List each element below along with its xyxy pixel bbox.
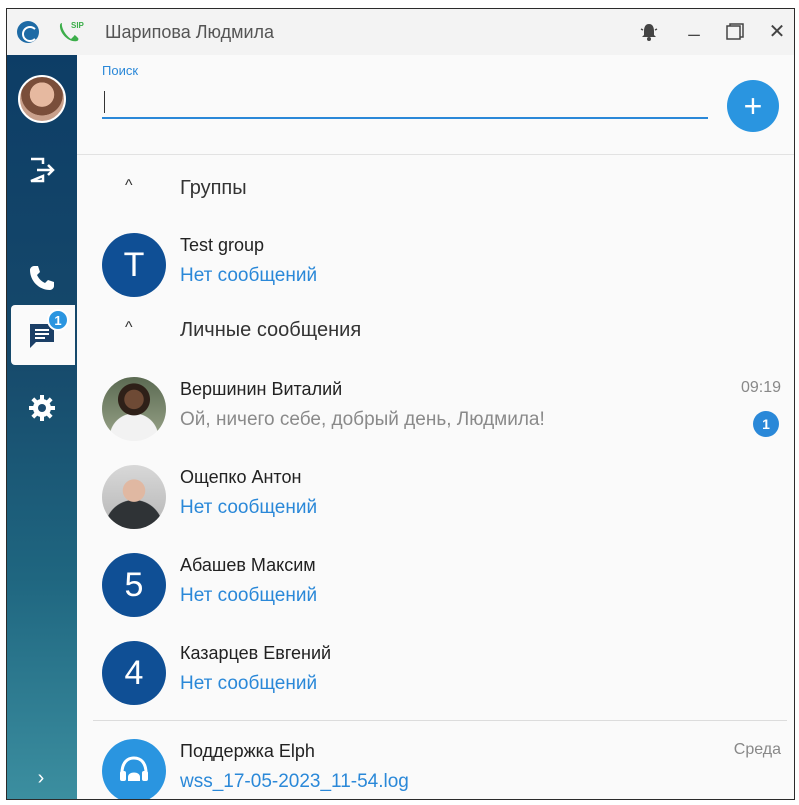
title-bar: SIP Шарипова Людмила _ ✕ bbox=[7, 9, 794, 55]
chat-last-message: wss_17-05-2023_11-54.log bbox=[180, 771, 409, 792]
list-item-support[interactable]: Поддержка Elph wss_17-05-2023_11-54.log … bbox=[77, 731, 787, 799]
avatar: 4 bbox=[102, 641, 166, 705]
headset-icon bbox=[102, 739, 166, 799]
divider bbox=[93, 720, 787, 721]
avatar: 5 bbox=[102, 553, 166, 617]
window-title: Шарипова Людмила bbox=[105, 22, 275, 42]
gear-icon[interactable] bbox=[27, 393, 57, 423]
chat-time: 09:19 bbox=[740, 379, 781, 396]
chat-unread-badge: 1 bbox=[47, 309, 69, 331]
list-item[interactable]: Ощепко Антон Нет сообщений bbox=[77, 457, 787, 537]
text-caret bbox=[104, 91, 105, 113]
app-window: SIP Шарипова Людмила _ ✕ 1 › Поиск + ^ Г… bbox=[6, 8, 795, 800]
chat-last-message: Нет сообщений bbox=[180, 497, 318, 518]
chat-list: ^ Группы T Test group Нет сообщений ^ Ли… bbox=[77, 155, 794, 799]
sidebar: 1 › bbox=[7, 55, 77, 799]
svg-text:SIP: SIP bbox=[71, 21, 85, 30]
maximize-icon[interactable] bbox=[726, 23, 744, 41]
avatar bbox=[102, 377, 166, 441]
user-avatar[interactable] bbox=[18, 75, 66, 123]
app-logo-icon bbox=[17, 21, 39, 43]
minimize-button[interactable]: _ bbox=[682, 15, 706, 38]
chevron-up-icon: ^ bbox=[125, 319, 133, 336]
chat-last-message: Нет сообщений bbox=[180, 265, 318, 286]
chat-name: Казарцев Евгений bbox=[180, 643, 332, 663]
search-input[interactable] bbox=[102, 85, 708, 119]
bell-icon[interactable] bbox=[639, 22, 659, 42]
unread-badge: 1 bbox=[753, 411, 779, 437]
chat-name: Абашев Максим bbox=[180, 555, 316, 575]
section-personal[interactable]: ^ Личные сообщения bbox=[77, 309, 777, 349]
chat-last-message: Нет сообщений bbox=[180, 585, 318, 606]
chat-last-message: Ой, ничего себе, добрый день, Людмила! bbox=[180, 409, 545, 430]
search-label: Поиск bbox=[102, 63, 139, 78]
chat-name: Поддержка Elph bbox=[180, 741, 315, 761]
list-item[interactable]: Вершинин Виталий Ой, ничего себе, добрый… bbox=[77, 369, 787, 449]
list-item[interactable]: 5 Абашев Максим Нет сообщений bbox=[77, 545, 787, 625]
section-title: Группы bbox=[180, 177, 247, 199]
list-item[interactable]: 4 Казарцев Евгений Нет сообщений bbox=[77, 633, 787, 713]
section-title: Личные сообщения bbox=[180, 319, 362, 341]
avatar bbox=[102, 465, 166, 529]
section-groups[interactable]: ^ Группы bbox=[77, 167, 777, 207]
logout-icon[interactable] bbox=[27, 155, 57, 185]
phone-icon[interactable] bbox=[27, 263, 57, 293]
chat-name: Вершинин Виталий bbox=[180, 379, 343, 399]
add-chat-button[interactable]: + bbox=[727, 80, 779, 132]
chat-time: Среда bbox=[733, 741, 781, 758]
list-item-group[interactable]: T Test group Нет сообщений bbox=[77, 225, 787, 305]
chat-name: Test group bbox=[180, 235, 265, 255]
chat-last-message: Нет сообщений bbox=[180, 673, 318, 694]
avatar: T bbox=[102, 233, 166, 297]
phone-sip-icon[interactable]: SIP bbox=[57, 19, 87, 45]
chevron-up-icon: ^ bbox=[125, 177, 133, 194]
chat-name: Ощепко Антон bbox=[180, 467, 302, 487]
close-button[interactable]: ✕ bbox=[767, 19, 787, 44]
expand-sidebar-button[interactable]: › bbox=[31, 767, 51, 789]
